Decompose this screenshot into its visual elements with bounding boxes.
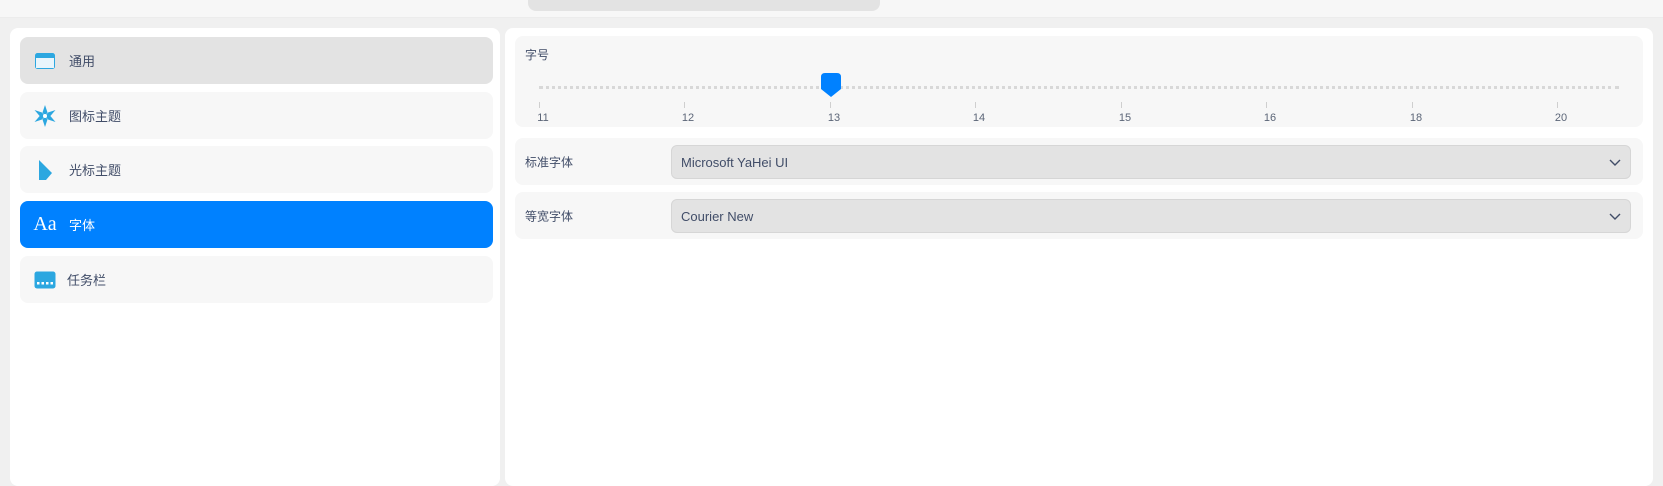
standard-font-label: 标准字体 [525,155,574,169]
taskbar-icon [34,269,56,291]
slider-tick-label: 12 [681,112,695,124]
cursor-theme-icon [34,159,56,181]
slider-tick [1412,102,1413,108]
font-size-slider-track[interactable] [539,86,1619,89]
slider-tick-label: 15 [1118,112,1132,124]
slider-tick-label: 20 [1554,112,1568,124]
monospace-font-select[interactable]: Courier New [671,199,1631,233]
general-window-icon [34,50,56,72]
slider-tick [1266,102,1267,108]
slider-tick [975,102,976,108]
search-box[interactable] [528,0,880,11]
slider-tick-label: 11 [537,112,549,124]
monospace-font-label: 等宽字体 [525,209,574,223]
sidebar-item-label: 光标主题 [69,163,122,178]
slider-tick [1121,102,1122,108]
standard-font-row: 标准字体 Microsoft YaHei UI [515,138,1643,185]
sidebar-item-cursor-theme[interactable]: 光标主题 [20,146,493,193]
top-bar [0,0,1663,18]
chevron-down-icon [1609,159,1621,166]
slider-tick-label: 16 [1263,112,1277,124]
font-settings-panel: 字号 11 12 13 14 15 16 18 20 标准字体 Microsoft YaHei… [505,28,1653,486]
slider-tick [1557,102,1558,108]
font-size-slider-handle[interactable] [821,73,841,99]
slider-tick-label: 13 [827,112,841,124]
monospace-font-row: 等宽字体 Courier New [515,192,1643,239]
font-size-card: 字号 11 12 13 14 15 16 18 20 [515,36,1643,127]
standard-font-value: Microsoft YaHei UI [681,154,789,170]
slider-tick-label: 14 [972,112,986,124]
sidebar-item-general[interactable]: 通用 [20,37,493,84]
slider-tick [539,102,540,108]
font-size-title: 字号 [525,48,550,62]
sidebar-item-label: 字体 [69,218,96,233]
font-icon: Aa [33,213,57,235]
sidebar: 通用 图标主题 光标主题 Aa 字体 任务栏 [10,28,500,486]
sidebar-item-icon-theme[interactable]: 图标主题 [20,92,493,139]
slider-tick [684,102,685,108]
monospace-font-value: Courier New [681,208,754,224]
sidebar-item-font[interactable]: Aa 字体 [20,201,493,248]
sidebar-item-label: 任务栏 [67,273,107,288]
chevron-down-icon [1609,213,1621,220]
slider-tick-label: 18 [1409,112,1423,124]
sidebar-item-taskbar[interactable]: 任务栏 [20,256,493,303]
icon-theme-icon [34,104,56,127]
slider-tick [830,102,831,108]
standard-font-select[interactable]: Microsoft YaHei UI [671,145,1631,179]
sidebar-item-label: 通用 [69,54,96,69]
sidebar-item-label: 图标主题 [69,109,122,124]
